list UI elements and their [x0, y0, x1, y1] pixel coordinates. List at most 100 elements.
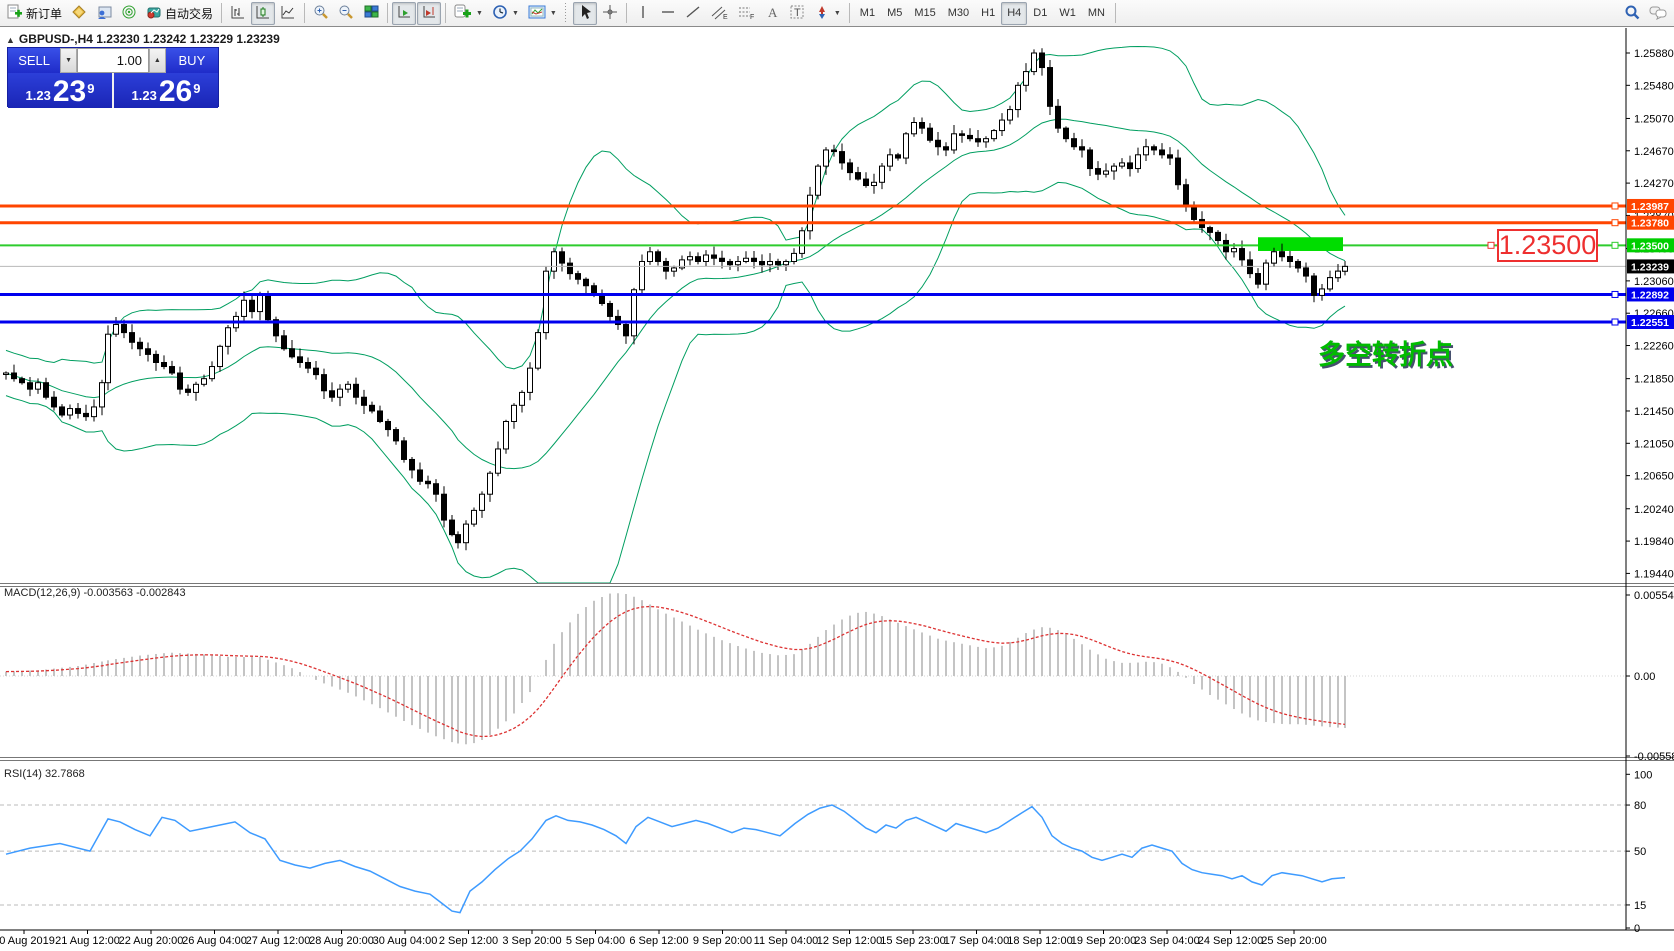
chart-shift-button[interactable] [417, 2, 441, 25]
chat-button[interactable] [1645, 2, 1671, 25]
timeframe-W1[interactable]: W1 [1053, 2, 1082, 25]
auto-scroll-button[interactable] [392, 2, 416, 25]
autotrading-icon [146, 4, 162, 23]
timeframe-M30[interactable]: M30 [942, 2, 975, 25]
search-button[interactable] [1620, 2, 1644, 25]
bar-chart-button[interactable] [226, 2, 250, 25]
chart-canvas[interactable]: 1.258801.254801.250701.246701.242701.238… [0, 28, 1674, 951]
templates-icon [528, 4, 546, 23]
volume-input[interactable] [77, 48, 149, 73]
line-chart-icon [280, 4, 296, 23]
chart-shift-icon [421, 4, 437, 23]
sell-price-big: 23 [53, 78, 86, 106]
toolbar-separator [445, 3, 446, 23]
periods-caret[interactable]: ▼ [512, 10, 519, 17]
chart-symbol-header: ▲ GBPUSD-,H4 1.23230 1.23242 1.23229 1.23… [6, 32, 280, 46]
cursor-button[interactable] [573, 2, 597, 25]
bar-chart-icon [230, 4, 246, 23]
new-order-icon [7, 4, 23, 23]
toolbar-separator [304, 3, 305, 23]
indicators-button[interactable]: ▼ [450, 2, 487, 25]
indicators-caret[interactable]: ▼ [476, 10, 483, 17]
volume-increase-button[interactable]: ▲ [149, 48, 166, 73]
templates-caret[interactable]: ▼ [550, 10, 557, 17]
timeframe-H4[interactable]: H4 [1001, 2, 1027, 25]
horizontal-line-button[interactable] [656, 2, 680, 25]
collapse-panel-icon[interactable]: ▲ [6, 35, 15, 45]
new-order-button[interactable]: 新订单 [3, 2, 66, 25]
data-window-button[interactable] [92, 2, 116, 25]
buy-button[interactable]: BUY [166, 48, 218, 73]
toolbar-separator [626, 3, 627, 23]
equidistant-channel-button[interactable]: E [706, 2, 732, 25]
vertical-line-button[interactable] [631, 2, 655, 25]
text-button[interactable]: A [760, 2, 784, 25]
toolbar-grip[interactable] [565, 3, 569, 23]
cursor-icon [577, 4, 593, 23]
fibonacci-button[interactable]: F [733, 2, 759, 25]
autotrading-button[interactable]: 自动交易 [142, 2, 217, 25]
symbol-ohlc-text: GBPUSD-,H4 1.23230 1.23242 1.23229 1.232… [19, 32, 280, 46]
market-watch-icon [71, 4, 87, 23]
tile-windows-button[interactable] [359, 2, 383, 25]
buy-price[interactable]: 1.23 26 9 [112, 73, 218, 108]
timeframe-M15[interactable]: M15 [908, 2, 941, 25]
toolbar-separator [849, 3, 850, 23]
text-icon: A [764, 4, 780, 23]
zoom-in-icon [313, 4, 329, 23]
price-chart-svg: 1.258801.254801.250701.246701.242701.238… [0, 28, 1674, 951]
svg-text:T: T [794, 7, 801, 19]
toolbar-separator [221, 3, 222, 23]
arrows-button[interactable]: ▼ [810, 2, 845, 25]
navigator-button[interactable] [117, 2, 141, 25]
candlestick-chart-button[interactable] [251, 2, 275, 25]
timeframe-D1[interactable]: D1 [1027, 2, 1053, 25]
buy-price-sup: 9 [193, 84, 200, 94]
timeframe-M5[interactable]: M5 [881, 2, 908, 25]
candlestick-chart-icon [255, 4, 271, 23]
trendline-button[interactable] [681, 2, 705, 25]
templates-button[interactable]: ▼ [524, 2, 561, 25]
market-watch-button[interactable] [67, 2, 91, 25]
periods-button[interactable]: ▼ [488, 2, 523, 25]
search-icon [1624, 4, 1640, 23]
svg-text:F: F [750, 14, 754, 20]
chart-annotation-text[interactable]: 多空转折点 [1318, 333, 1453, 372]
toolbar-separator [1115, 3, 1116, 23]
timeframe-MN[interactable]: MN [1082, 2, 1111, 25]
sell-button[interactable]: SELL [8, 48, 60, 73]
trendline-icon [685, 4, 701, 23]
toolbar-separator [387, 3, 388, 23]
macd-indicator-label: MACD(12,26,9) -0.003563 -0.002843 [4, 587, 186, 599]
price-axis[interactable] [1626, 28, 1674, 930]
timeframe-M1[interactable]: M1 [854, 2, 881, 25]
one-click-trading-panel: SELL ▼ ▲ BUY 1.23 23 9 1.23 26 9 [7, 47, 219, 107]
volume-decrease-button[interactable]: ▼ [60, 48, 77, 73]
rsi-indicator-label: RSI(14) 32.7868 [4, 768, 85, 780]
chat-icon [1649, 4, 1667, 23]
time-axis[interactable] [0, 930, 1674, 951]
navigator-icon [121, 4, 137, 23]
data-window-icon [96, 4, 112, 23]
timeframe-H1[interactable]: H1 [975, 2, 1001, 25]
toolbar: 新订单 自动交易 ▼ ▼ ▼ E F A T ▼ M1M5M15M30H1H4D… [0, 0, 1674, 27]
vertical-line-icon [635, 4, 651, 23]
svg-text:A: A [768, 5, 778, 20]
price-level-label[interactable]: 1.23500 [1497, 229, 1598, 262]
line-chart-button[interactable] [276, 2, 300, 25]
zoom-out-button[interactable] [334, 2, 358, 25]
crosshair-icon [602, 4, 618, 23]
fibonacci-icon: F [737, 4, 755, 23]
buy-price-big: 26 [159, 78, 192, 106]
crosshair-button[interactable] [598, 2, 622, 25]
text-label-button[interactable]: T [785, 2, 809, 25]
zoom-out-icon [338, 4, 354, 23]
arrows-caret[interactable]: ▼ [834, 10, 841, 17]
auto-scroll-icon [396, 4, 412, 23]
sell-price[interactable]: 1.23 23 9 [8, 73, 112, 108]
zoom-in-button[interactable] [309, 2, 333, 25]
equidistant-channel-icon: E [710, 4, 728, 23]
sell-price-small: 1.23 [26, 86, 51, 106]
sell-price-sup: 9 [87, 84, 94, 94]
horizontal-line-icon [660, 4, 676, 23]
